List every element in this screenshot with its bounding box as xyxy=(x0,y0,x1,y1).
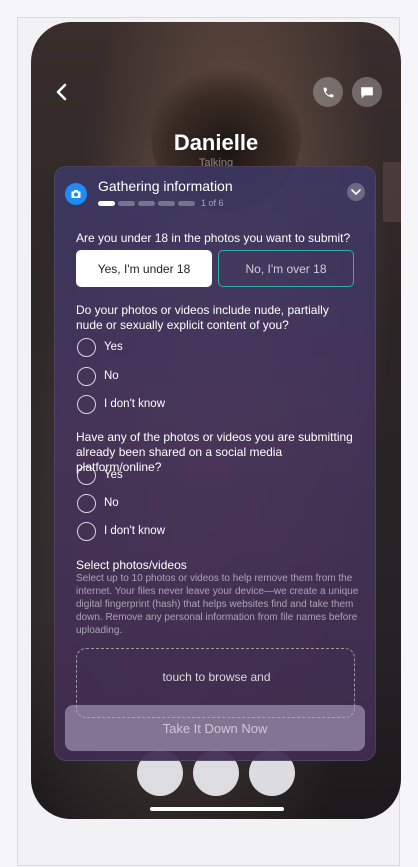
radio-button[interactable] xyxy=(77,366,96,386)
dropzone-text: touch to browse and xyxy=(162,670,271,684)
under-18-no-button[interactable]: No, I'm over 18 xyxy=(218,250,354,287)
home-indicator[interactable] xyxy=(150,807,284,811)
radio-label: I don't know xyxy=(104,398,166,410)
progress-segment xyxy=(138,200,155,206)
collapse-button[interactable] xyxy=(347,183,365,201)
select-media-description: Select up to 10 photos or videos to help… xyxy=(76,573,359,636)
radio-label: No xyxy=(104,497,119,509)
radio-option[interactable]: Yes xyxy=(77,465,123,485)
message-icon xyxy=(361,86,373,98)
progress-indicator: 1 of 6 xyxy=(98,198,224,208)
question-under-18: Are you under 18 in the photos you want … xyxy=(76,231,351,245)
gathering-information-sheet: Gathering information 1 of 6 Are you und… xyxy=(54,166,376,761)
under-18-yes-button[interactable]: Yes, I'm under 18 xyxy=(76,250,212,287)
radio-button[interactable] xyxy=(77,493,96,513)
camera-icon xyxy=(65,183,87,205)
radio-button[interactable] xyxy=(77,337,96,357)
radio-label: No xyxy=(104,370,119,382)
progress-segment xyxy=(158,200,175,206)
background-detail xyxy=(383,162,401,222)
radio-option[interactable]: No xyxy=(77,493,119,513)
phone-icon xyxy=(323,87,333,97)
radio-button[interactable] xyxy=(77,465,96,485)
radio-option[interactable]: Yes xyxy=(77,337,123,357)
radio-label: Yes xyxy=(104,469,123,481)
radio-button[interactable] xyxy=(77,394,96,414)
take-it-down-button[interactable]: Take It Down Now xyxy=(65,705,365,751)
contact-name: Danielle xyxy=(173,130,259,155)
back-icon[interactable] xyxy=(55,82,75,102)
radio-option[interactable]: I don't know xyxy=(77,521,165,541)
message-button[interactable] xyxy=(352,77,382,107)
question-explicit-content: Do your photos or videos include nude, p… xyxy=(76,303,329,332)
progress-segment xyxy=(98,200,115,206)
radio-label: I don't know xyxy=(104,525,166,537)
chevron-down-icon xyxy=(351,188,361,195)
sheet-header: Gathering information 1 of 6 xyxy=(55,167,375,211)
radio-option[interactable]: No xyxy=(77,366,119,386)
progress-segment xyxy=(118,200,135,206)
select-media-title: Select photos/videos xyxy=(76,558,187,572)
radio-button[interactable] xyxy=(77,521,96,541)
radio-option[interactable]: I don't know xyxy=(77,394,165,414)
progress-label: 1 of 6 xyxy=(201,198,224,208)
radio-label: Yes xyxy=(104,341,123,353)
call-button[interactable] xyxy=(313,77,343,107)
progress-segment xyxy=(178,200,195,206)
sheet-title: Gathering information xyxy=(98,178,233,194)
